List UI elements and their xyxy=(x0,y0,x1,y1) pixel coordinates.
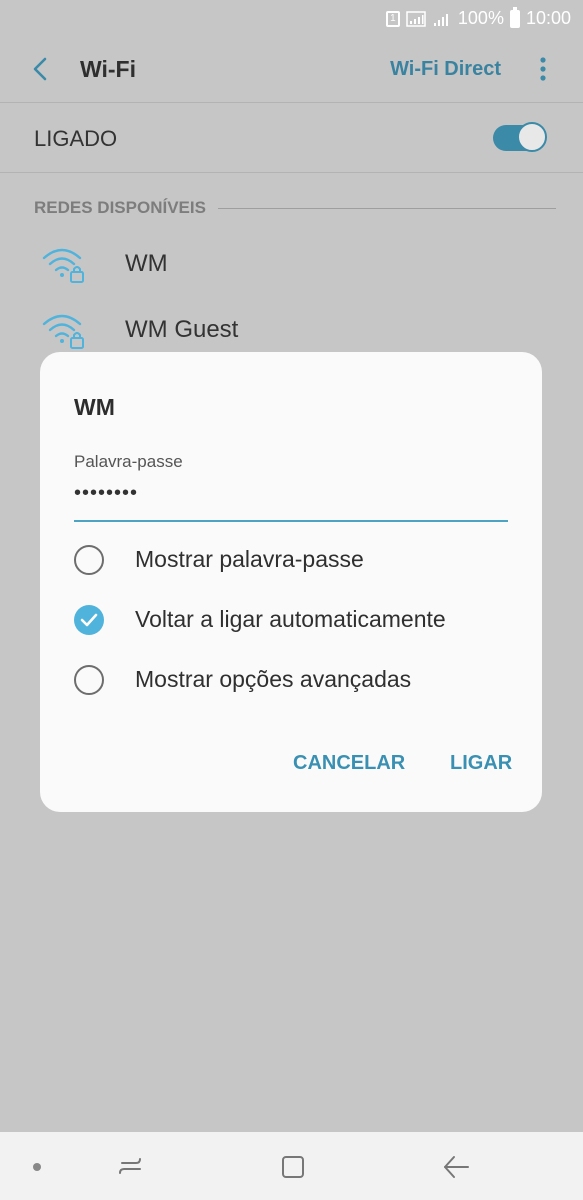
show-password-checkbox[interactable] xyxy=(74,545,104,575)
network-name: WM xyxy=(125,250,168,277)
network-name: WM Guest xyxy=(125,316,239,343)
password-label: Palavra-passe xyxy=(74,452,183,471)
auto-reconnect-option[interactable]: Voltar a ligar automaticamente xyxy=(74,600,514,640)
wifi-toggle-row[interactable]: LIGADO xyxy=(0,104,583,172)
divider xyxy=(0,102,583,103)
connect-button[interactable]: LIGAR xyxy=(450,752,512,775)
option-label: Mostrar palavra-passe xyxy=(135,546,364,572)
section-divider xyxy=(218,208,556,209)
divider xyxy=(0,172,583,173)
auto-reconnect-checkbox[interactable] xyxy=(74,605,104,635)
network-item[interactable]: WM xyxy=(0,236,583,296)
more-vert-icon[interactable] xyxy=(533,54,553,84)
back-arrow-icon[interactable] xyxy=(26,54,56,84)
back-icon[interactable] xyxy=(442,1154,470,1180)
option-label: Voltar a ligar automaticamente xyxy=(135,606,446,632)
advanced-options-option[interactable]: Mostrar opções avançadas xyxy=(74,660,514,700)
clock: 10:00 xyxy=(525,8,571,28)
status-bar: 1 100% 10:00 xyxy=(0,0,583,36)
battery-percentage: 100% xyxy=(457,8,504,28)
check-icon xyxy=(80,613,98,627)
cancel-button[interactable]: CANCELAR xyxy=(293,752,405,775)
signal-icon xyxy=(433,13,448,26)
home-icon[interactable] xyxy=(280,1154,306,1180)
dialog-title: WM xyxy=(74,394,115,420)
wifi-password-dialog: WM Palavra-passe •••••••• Mostrar palavr… xyxy=(40,352,542,812)
wifi-locked-icon xyxy=(42,314,84,349)
password-underline xyxy=(74,520,508,522)
nav-dot-icon[interactable] xyxy=(33,1163,41,1171)
wifi-locked-icon xyxy=(42,248,84,283)
option-label: Mostrar opções avançadas xyxy=(135,666,412,692)
sim-icon: 1 xyxy=(385,10,400,27)
wifi-toggle-label: LIGADO xyxy=(34,126,118,151)
wifi-toggle-switch[interactable] xyxy=(493,122,547,152)
show-password-option[interactable]: Mostrar palavra-passe xyxy=(74,540,514,580)
battery-icon xyxy=(509,6,520,28)
status-icons: 1 100% 10:00 xyxy=(385,6,571,29)
available-networks-header: REDES DISPONÍVEIS xyxy=(34,198,206,217)
page-title: Wi-Fi xyxy=(80,56,136,82)
password-input[interactable]: •••••••• xyxy=(74,482,138,505)
wifi-direct-button[interactable]: Wi-Fi Direct xyxy=(390,58,501,81)
navigation-bar xyxy=(0,1132,583,1200)
recents-icon[interactable] xyxy=(116,1154,146,1178)
signal-icon xyxy=(406,10,426,27)
toggle-knob xyxy=(517,122,547,152)
app-bar: Wi-Fi Wi-Fi Direct xyxy=(0,36,583,102)
advanced-options-checkbox[interactable] xyxy=(74,665,104,695)
